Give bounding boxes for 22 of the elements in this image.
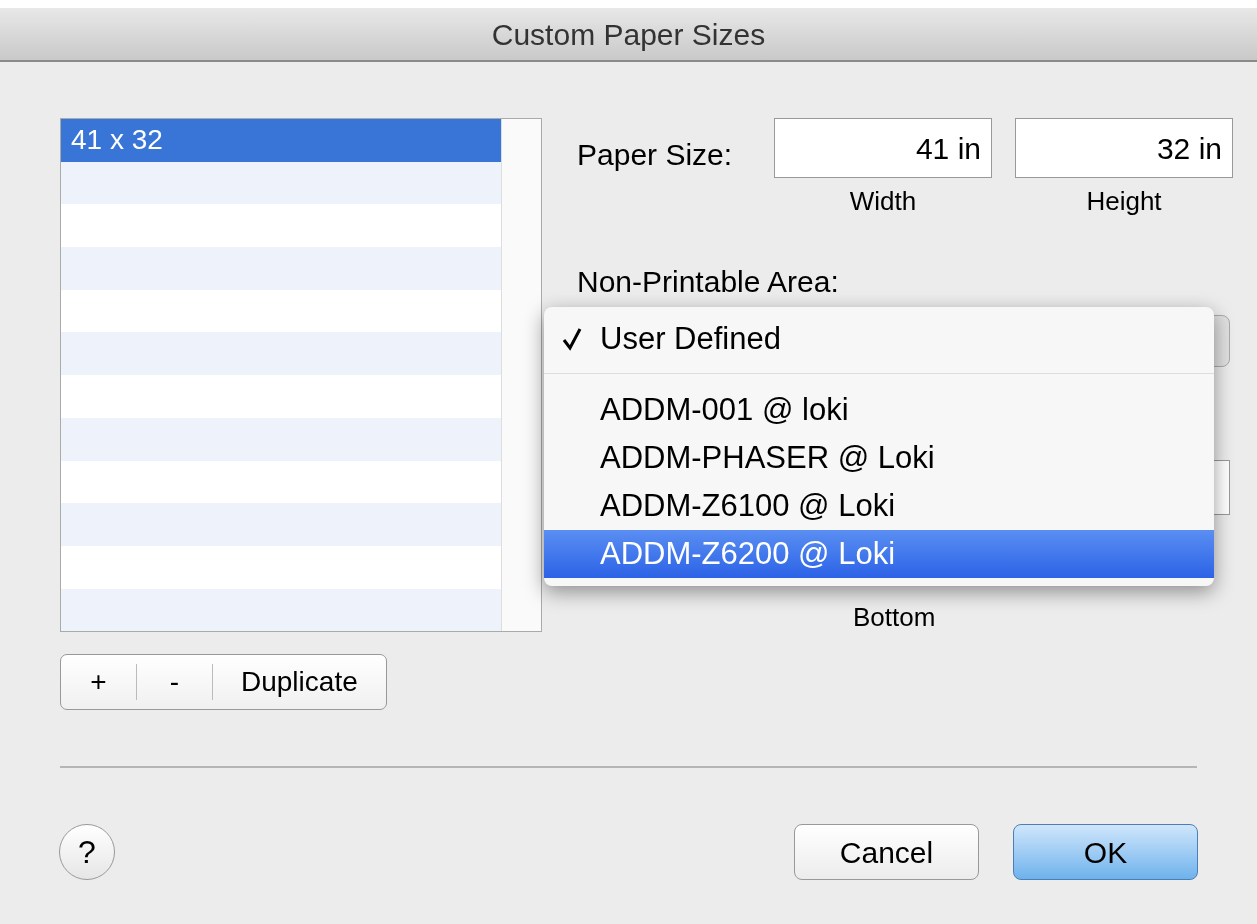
dimension-field[interactable]: 41 in xyxy=(774,118,992,178)
list-row[interactable]: 41 x 32 xyxy=(61,119,501,162)
non-printable-area-label: Non-Printable Area: xyxy=(577,264,840,300)
dialog-button[interactable]: Cancel xyxy=(794,824,979,880)
list-button[interactable]: - xyxy=(137,664,213,700)
menu-item[interactable]: ADDM-Z6100 @ Loki xyxy=(544,482,1214,530)
window-title: Custom Paper Sizes xyxy=(491,16,766,53)
checkmark-icon xyxy=(562,327,582,351)
bottom-caption: Bottom xyxy=(853,601,936,634)
list-button[interactable]: Duplicate xyxy=(213,664,386,700)
menu-item[interactable]: ADDM-Z6200 @ Loki xyxy=(544,530,1214,578)
paper-size-list[interactable]: 41 x 32 xyxy=(60,118,542,632)
field-caption: Height xyxy=(1086,185,1162,218)
menu-item[interactable]: ADDM-001 @ loki xyxy=(544,386,1214,434)
field-caption: Width xyxy=(849,185,917,218)
menu-item[interactable]: User Defined xyxy=(544,315,1214,363)
paper-size-label: Paper Size: xyxy=(577,137,734,173)
help-button[interactable]: ? xyxy=(59,824,115,880)
menu-item[interactable]: ADDM-PHASER @ Loki xyxy=(544,434,1214,482)
dimension-field[interactable]: 32 in xyxy=(1015,118,1233,178)
dialog-button[interactable]: OK xyxy=(1013,824,1198,880)
list-button[interactable]: + xyxy=(61,664,137,700)
